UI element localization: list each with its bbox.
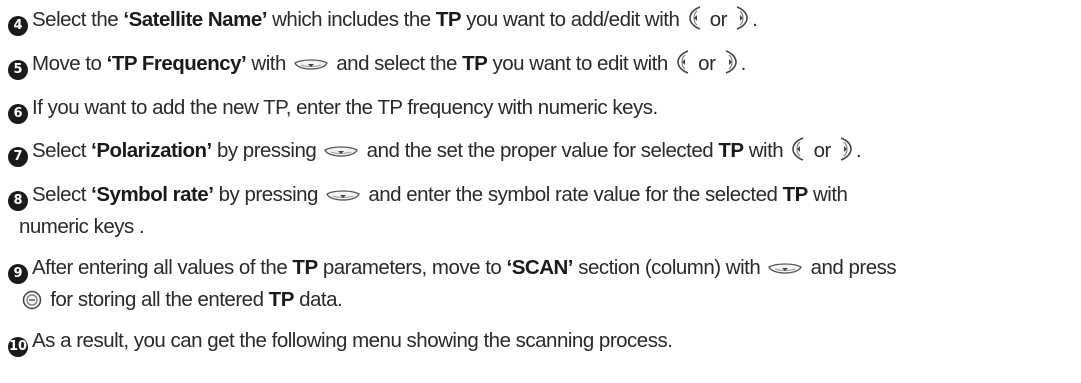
step-5: 5 Move to ‘TP Frequency’ with and select … <box>8 48 1073 80</box>
step-9: 9 After entering all values of the TP par… <box>8 252 1073 315</box>
bold-term: TP <box>718 139 744 162</box>
down-button-icon <box>768 262 803 278</box>
bold-term: TP <box>782 183 809 206</box>
bold-term: TP <box>292 256 318 279</box>
text-run: . <box>856 139 862 162</box>
step-number: 4 <box>8 16 28 36</box>
step-line: Select ‘Symbol rate’ by pressing and ent… <box>32 183 848 206</box>
step-number: 6 <box>8 104 28 124</box>
bold-term: TP <box>462 52 488 75</box>
step-line: Move to ‘TP Frequency’ with and select t… <box>32 50 747 75</box>
text-run: numeric keys . <box>19 215 145 238</box>
step-line: After entering all values of the TP para… <box>32 256 897 279</box>
text-run: or <box>808 139 837 162</box>
text-run: or <box>704 8 733 31</box>
step-8: 8 Select ‘Symbol rate’ by pressing and en… <box>8 179 1073 242</box>
bold-term: ‘Symbol rate’ <box>91 183 214 206</box>
down-button-icon <box>326 189 360 205</box>
down-button-icon <box>294 58 328 74</box>
text-run: and enter the symbol rate value for the … <box>363 183 783 206</box>
text-run: and select the <box>331 52 463 75</box>
text-run: Select the <box>32 8 124 31</box>
text-run: by pressing <box>211 139 322 162</box>
step-line: Select ‘Polarization’ by pressing and th… <box>32 137 862 162</box>
text-run: . <box>740 52 747 75</box>
text-run: parameters, move to <box>317 256 507 279</box>
text-run: Select <box>32 183 92 206</box>
text-run: and the set the proper value for selecte… <box>361 139 719 162</box>
bold-term: ‘Polarization’ <box>91 139 212 162</box>
text-run: with <box>743 139 789 162</box>
right-button-icon <box>735 6 749 30</box>
step-number: 9 <box>8 264 28 284</box>
left-button-icon <box>791 137 805 161</box>
text-run: As a result, you can get the following m… <box>32 329 673 352</box>
bold-term: ‘TP Frequency’ <box>106 52 247 75</box>
step-line: As a result, you can get the following m… <box>32 329 673 352</box>
text-run: If you want to add the new TP, enter the… <box>32 96 658 119</box>
text-run: which includes the <box>266 8 436 31</box>
text-run: and press <box>805 256 897 279</box>
down-button-icon <box>324 145 359 161</box>
step-10: 10 As a result, you can get the following… <box>8 325 1073 357</box>
bold-term: TP <box>435 8 462 31</box>
step-text: As a result, you can get the following m… <box>32 329 673 352</box>
text-run: Move to <box>32 52 107 75</box>
step-6: 6 If you want to add the new TP, enter th… <box>8 92 1073 124</box>
text-run: After entering all values of the <box>32 256 293 279</box>
instruction-document: 4 Select the ‘Satellite Name’ which inclu… <box>0 0 1081 383</box>
bold-term: TP <box>268 288 295 311</box>
step-line-continued: numeric keys . <box>8 211 1073 242</box>
step-line: If you want to add the new TP, enter the… <box>32 96 658 119</box>
step-4: 4 Select the ‘Satellite Name’ which inclu… <box>8 4 1073 36</box>
step-line-continued: for storing all the entered TP data. <box>8 284 1073 315</box>
step-number: 10 <box>8 337 28 357</box>
text-run: with <box>807 183 848 206</box>
step-number: 7 <box>8 147 28 167</box>
bold-term: ‘Satellite Name’ <box>123 8 267 31</box>
step-number: 5 <box>8 60 28 80</box>
text-run: with <box>246 52 292 75</box>
bold-term: ‘SCAN’ <box>506 256 574 279</box>
step-text: Select ‘Symbol rate’ by pressing and ent… <box>8 183 1073 242</box>
step-text: Select the ‘Satellite Name’ which includ… <box>32 6 758 31</box>
step-7: 7 Select ‘Polarization’ by pressing and t… <box>8 135 1073 167</box>
text-run: for storing all the entered <box>45 288 269 311</box>
step-text: Select ‘Polarization’ by pressing and th… <box>32 137 862 162</box>
right-button-icon <box>724 50 738 74</box>
right-button-icon <box>839 137 853 161</box>
step-number: 8 <box>8 191 28 211</box>
left-button-icon <box>688 6 702 30</box>
left-button-icon <box>676 50 690 74</box>
text-run: . <box>752 8 758 31</box>
ok-button-icon <box>22 290 42 310</box>
text-run: data. <box>293 288 343 311</box>
text-run: you want to add/edit with <box>461 8 685 31</box>
text-run: you want to edit with <box>487 52 673 75</box>
step-text: After entering all values of the TP para… <box>8 256 1073 315</box>
text-run: Select <box>32 139 92 162</box>
text-run: or <box>692 52 721 75</box>
step-text: If you want to add the new TP, enter the… <box>32 96 658 119</box>
text-run: by pressing <box>213 183 324 206</box>
step-text: Move to ‘TP Frequency’ with and select t… <box>32 50 747 75</box>
text-run: section (column) with <box>573 256 766 279</box>
step-line: Select the ‘Satellite Name’ which includ… <box>32 6 758 31</box>
